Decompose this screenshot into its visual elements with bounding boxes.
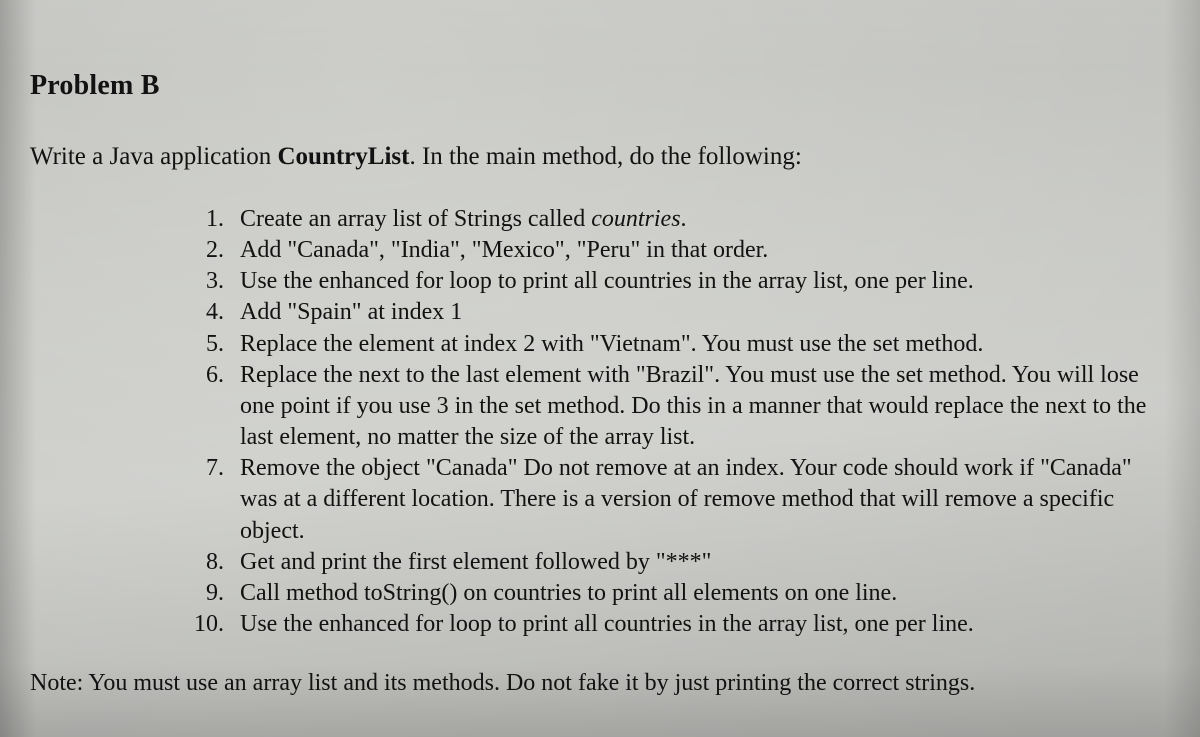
list-item: Get and print the first element followed… — [230, 547, 1170, 578]
list-item: Call method toString() on countries to p… — [230, 578, 1170, 609]
step-text: Call method toString() on countries to p… — [240, 580, 897, 606]
steps-list: Create an array list of Strings called c… — [230, 204, 1170, 641]
intro-suffix: . In the main method, do the following: — [409, 143, 801, 170]
step-text: Get and print the first element followed… — [240, 549, 711, 575]
list-item: Use the enhanced for loop to print all c… — [230, 266, 1170, 297]
step-text: Remove the object "Canada" Do not remove… — [240, 455, 1132, 543]
problem-page: Problem B Write a Java application Count… — [0, 0, 1200, 730]
list-item: Remove the object "Canada" Do not remove… — [230, 453, 1170, 547]
step-text: Use the enhanced for loop to print all c… — [240, 611, 974, 637]
list-item: Add "Spain" at index 1 — [230, 297, 1170, 328]
step-text: Add "Canada", "India", "Mexico", "Peru" … — [240, 237, 768, 263]
list-item: Replace the element at index 2 with "Vie… — [230, 329, 1170, 360]
step-post: . — [681, 206, 687, 232]
step-text: Replace the next to the last element wit… — [240, 362, 1146, 450]
note-paragraph: Note: You must use an array list and its… — [30, 668, 1150, 700]
step-text: Replace the element at index 2 with "Vie… — [240, 331, 983, 357]
intro-prefix: Write a Java application — [30, 143, 278, 170]
intro-paragraph: Write a Java application CountryList. In… — [30, 140, 1170, 174]
list-item: Add "Canada", "India", "Mexico", "Peru" … — [230, 235, 1170, 266]
list-item: Replace the next to the last element wit… — [230, 360, 1170, 454]
step-text: Add "Spain" at index 1 — [240, 299, 462, 325]
problem-title: Problem B — [30, 70, 1170, 102]
list-item: Use the enhanced for loop to print all c… — [230, 609, 1170, 640]
step-text: Use the enhanced for loop to print all c… — [240, 268, 974, 294]
class-name: CountryList — [278, 143, 410, 170]
step-italic: countries — [591, 206, 680, 232]
list-item: Create an array list of Strings called c… — [230, 204, 1170, 235]
step-text: Create an array list of Strings called — [240, 206, 591, 232]
